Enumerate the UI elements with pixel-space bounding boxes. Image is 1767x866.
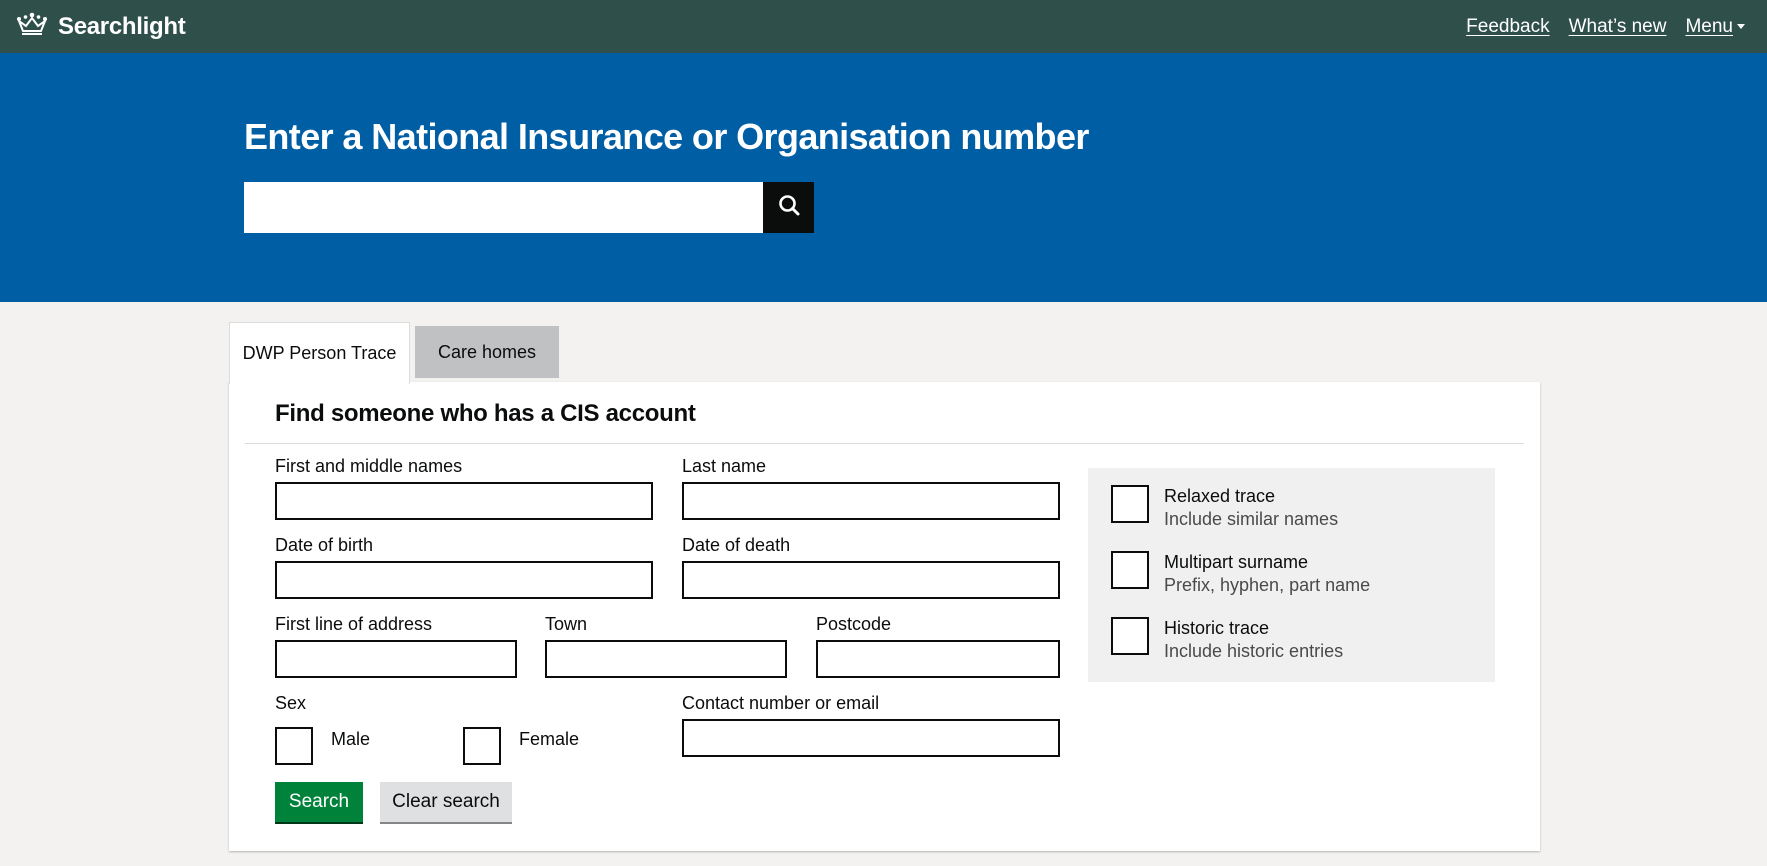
caret-down-icon	[1737, 24, 1745, 30]
contact-input[interactable]	[682, 719, 1060, 757]
postcode-input[interactable]	[816, 640, 1060, 678]
divider	[245, 443, 1524, 444]
number-search	[244, 182, 814, 233]
menu-label: Menu	[1685, 16, 1733, 37]
male-checkbox[interactable]	[275, 727, 313, 765]
historic-trace-checkbox[interactable]	[1111, 617, 1149, 655]
relaxed-trace-checkbox[interactable]	[1111, 485, 1149, 523]
multipart-surname-checkbox[interactable]	[1111, 551, 1149, 589]
brand-name: Searchlight	[58, 12, 186, 40]
historic-trace-title: Historic trace	[1164, 618, 1270, 638]
crown-icon	[16, 11, 48, 42]
hero-title: Enter a National Insurance or Organisati…	[244, 116, 1089, 157]
whats-new-link[interactable]: What’s new	[1569, 16, 1667, 38]
town-label: Town	[545, 614, 588, 634]
dob-input[interactable]	[275, 561, 653, 599]
last-name-field: Last name	[682, 455, 1060, 520]
historic-trace-description: Include historic entries	[1164, 641, 1344, 661]
multipart-surname-title: Multipart surname	[1164, 552, 1309, 572]
tab-dwp-person-trace[interactable]: DWP Person Trace	[229, 322, 410, 384]
person-trace-panel: Find someone who has a CIS account First…	[229, 382, 1540, 851]
postcode-field: Postcode	[816, 613, 1060, 678]
clear-search-button[interactable]: Clear search	[380, 782, 512, 822]
first-names-field: First and middle names	[275, 455, 653, 520]
dod-label: Date of death	[682, 535, 791, 555]
address-field: First line of address	[275, 613, 517, 678]
top-bar: Searchlight Feedback What’s new Menu	[0, 0, 1767, 53]
female-checkbox[interactable]	[463, 727, 501, 765]
town-input[interactable]	[545, 640, 787, 678]
sex-field: Sex	[275, 692, 306, 714]
tab-care-homes[interactable]: Care homes	[415, 326, 559, 378]
form-title: Find someone who has a CIS account	[275, 400, 696, 427]
address-label: First line of address	[275, 614, 433, 634]
sex-label: Sex	[275, 693, 307, 713]
male-label: Male	[331, 728, 371, 749]
option-historic-trace[interactable]: Historic trace Include historic entries	[1111, 617, 1343, 663]
dob-label: Date of birth	[275, 535, 374, 555]
feedback-link[interactable]: Feedback	[1466, 16, 1549, 38]
first-names-input[interactable]	[275, 482, 653, 520]
last-name-input[interactable]	[682, 482, 1060, 520]
top-navigation: Feedback What’s new Menu	[1466, 16, 1745, 38]
relaxed-trace-description: Include similar names	[1164, 509, 1339, 529]
first-names-label: First and middle names	[275, 456, 463, 476]
option-multipart-surname[interactable]: Multipart surname Prefix, hyphen, part n…	[1111, 551, 1370, 597]
multipart-surname-description: Prefix, hyphen, part name	[1164, 575, 1371, 595]
town-field: Town	[545, 613, 787, 678]
dod-field: Date of death	[682, 534, 1060, 599]
contact-label: Contact number or email	[682, 693, 880, 713]
number-search-input[interactable]	[244, 182, 763, 233]
sex-option-male[interactable]: Male	[275, 727, 370, 765]
sex-option-female[interactable]: Female	[463, 727, 579, 765]
brand[interactable]: Searchlight	[16, 11, 186, 42]
search-submit-button[interactable]: Search	[275, 782, 363, 822]
trace-options: Relaxed trace Include similar names Mult…	[1088, 468, 1495, 682]
hero-search-panel: Enter a National Insurance or Organisati…	[0, 53, 1767, 302]
option-relaxed-trace[interactable]: Relaxed trace Include similar names	[1111, 485, 1338, 531]
contact-field: Contact number or email	[682, 692, 1060, 757]
relaxed-trace-title: Relaxed trace	[1164, 486, 1276, 506]
search-icon	[777, 193, 801, 222]
last-name-label: Last name	[682, 456, 767, 476]
female-label: Female	[519, 728, 580, 749]
menu-link[interactable]: Menu	[1685, 16, 1745, 38]
dod-input[interactable]	[682, 561, 1060, 599]
search-button[interactable]	[763, 182, 814, 233]
postcode-label: Postcode	[816, 614, 892, 634]
address-input[interactable]	[275, 640, 517, 678]
dob-field: Date of birth	[275, 534, 653, 599]
